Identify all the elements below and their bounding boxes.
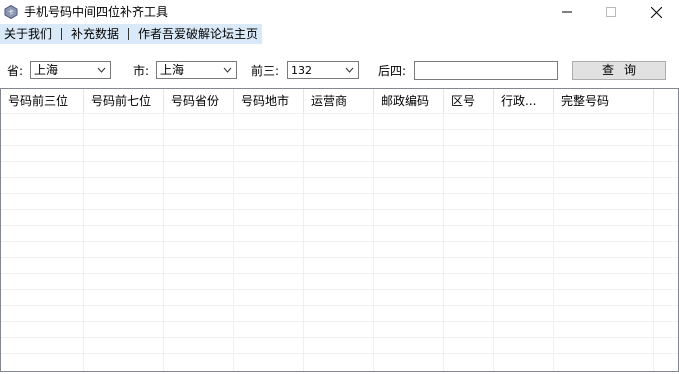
maximize-icon (606, 7, 616, 17)
row-divider (1, 353, 678, 354)
menu-item-about[interactable]: 关于我们 (0, 24, 56, 44)
suffix-label: 后四: (378, 64, 407, 78)
chevron-down-icon (223, 67, 232, 73)
column-header[interactable]: 运营商 (304, 89, 374, 113)
column-header[interactable]: 行政... (494, 89, 554, 113)
province-select[interactable]: 上海 (30, 61, 111, 79)
suffix-input[interactable] (414, 61, 558, 80)
menu-separator (61, 28, 63, 40)
column-header[interactable]: 号码前三位 (1, 89, 84, 113)
row-divider (1, 305, 678, 306)
svg-text:卡: 卡 (8, 9, 14, 17)
column-divider (493, 113, 494, 371)
column-header[interactable]: 完整号码 (554, 89, 654, 113)
minimize-button[interactable] (544, 0, 590, 24)
minimize-icon (562, 11, 572, 13)
column-divider (303, 113, 304, 371)
row-divider (1, 113, 678, 114)
column-header[interactable]: 区号 (444, 89, 494, 113)
province-value: 上海 (34, 63, 59, 77)
query-button[interactable]: 查询 (572, 61, 666, 80)
row-divider (1, 273, 678, 274)
title-bar: 卡 手机号码中间四位补齐工具 (0, 0, 679, 24)
row-divider (1, 145, 678, 146)
row-divider (1, 129, 678, 130)
column-divider (443, 113, 444, 371)
column-divider (163, 113, 164, 371)
column-header[interactable]: 邮政编码 (374, 89, 444, 113)
maximize-button[interactable] (588, 0, 634, 24)
city-value: 上海 (160, 63, 185, 77)
column-divider (553, 113, 554, 371)
row-divider (1, 241, 678, 242)
province-label: 省: (7, 64, 24, 78)
menu-bar: 关于我们 补充数据 作者吾爱破解论坛主页 (0, 24, 263, 44)
window-title: 手机号码中间四位补齐工具 (24, 5, 169, 19)
row-divider (1, 225, 678, 226)
close-button[interactable] (633, 0, 679, 24)
row-divider (1, 161, 678, 162)
table-header: 号码前三位 号码前七位 号码省份 号码地市 运营商 邮政编码 区号 行政... … (1, 89, 678, 113)
app-icon: 卡 (4, 5, 18, 19)
chevron-down-icon (97, 67, 106, 73)
results-table[interactable]: 号码前三位 号码前七位 号码省份 号码地市 运营商 邮政编码 区号 行政... … (0, 88, 679, 372)
prefix-label: 前三: (251, 64, 280, 78)
prefix-select[interactable]: 132 (287, 61, 359, 79)
menu-separator (128, 28, 130, 40)
row-divider (1, 257, 678, 258)
menu-item-supplement-data[interactable]: 补充数据 (67, 24, 123, 44)
column-divider (653, 113, 654, 371)
row-divider (1, 289, 678, 290)
column-header[interactable]: 号码前七位 (84, 89, 164, 113)
row-divider (1, 177, 678, 178)
row-divider (1, 337, 678, 338)
column-divider (233, 113, 234, 371)
column-header[interactable]: 号码地市 (234, 89, 304, 113)
column-header[interactable]: 号码省份 (164, 89, 234, 113)
column-divider (83, 113, 84, 371)
prefix-value: 132 (291, 64, 312, 77)
column-divider (373, 113, 374, 371)
chevron-down-icon (345, 67, 354, 73)
city-label: 市: (133, 64, 150, 78)
close-icon (650, 6, 662, 18)
row-divider (1, 209, 678, 210)
table-body (1, 113, 678, 371)
city-select[interactable]: 上海 (156, 61, 237, 79)
menu-item-author-homepage[interactable]: 作者吾爱破解论坛主页 (134, 24, 262, 44)
row-divider (1, 193, 678, 194)
row-divider (1, 321, 678, 322)
